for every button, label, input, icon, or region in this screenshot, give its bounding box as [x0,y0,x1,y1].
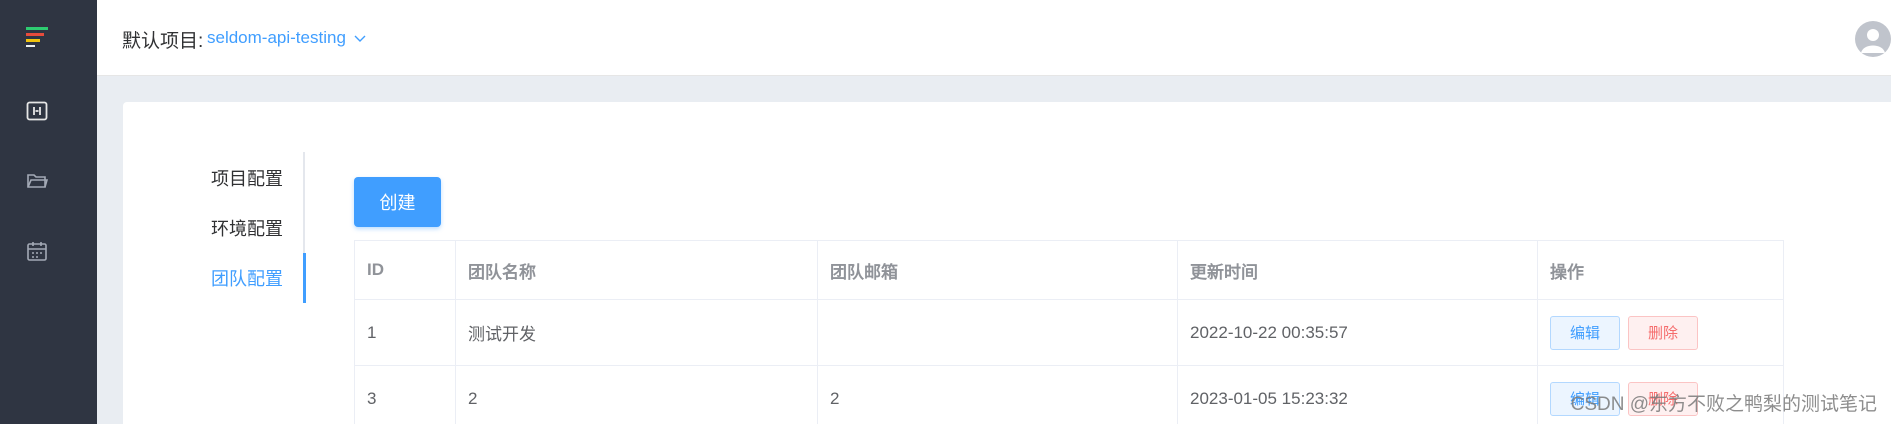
user-avatar[interactable] [1855,21,1891,57]
api-icon[interactable] [24,98,50,124]
cell-updated: 2022-10-22 00:35:57 [1177,299,1538,366]
cell-team-email: 2 [817,365,1178,424]
cell-updated: 2023-01-05 15:23:32 [1177,365,1538,424]
cell-team-name: 2 [455,365,818,424]
create-button[interactable]: 创建 [354,177,441,227]
table-row: 1 测试开发 2022-10-22 00:35:57 编辑 删除 [354,299,1784,366]
col-header-actions: 操作 [1537,240,1784,300]
cell-team-email [817,299,1178,366]
delete-button[interactable]: 删除 [1628,315,1698,350]
col-header-id: ID [354,240,456,300]
team-table: ID 团队名称 团队邮箱 更新时间 操作 1 测试开发 2022-10-22 0… [354,240,1784,424]
tab-project-config[interactable]: 项目配置 [211,165,1868,191]
cell-team-name: 测试开发 [455,299,818,366]
cell-id: 1 [354,299,456,366]
cell-actions: 编辑 删除 [1537,299,1784,366]
content-card: 项目配置 环境配置 团队配置 创建 ID 团队名称 团队邮箱 更新时间 操作 1… [123,102,1891,424]
col-header-team-email: 团队邮箱 [817,240,1178,300]
project-label: 默认项目: [122,31,204,52]
calendar-icon[interactable] [24,238,50,264]
col-header-updated: 更新时间 [1177,240,1538,300]
tab-env-config[interactable]: 环境配置 [211,215,1868,241]
cell-id: 3 [354,365,456,424]
watermark: CSDN @东方不败之鸭梨的测试笔记 [1570,394,1877,415]
folder-icon[interactable] [24,168,50,194]
chevron-down-icon [354,28,366,48]
edit-button[interactable]: 编辑 [1550,315,1620,350]
top-header: 默认项目: seldom-api-testing [97,0,1891,76]
project-name: seldom-api-testing [207,28,346,47]
logo-icon[interactable] [24,24,50,50]
table-row: 3 2 2 2023-01-05 15:23:32 编辑 删除 [354,365,1784,424]
project-selector[interactable]: seldom-api-testing [207,28,366,48]
table-header-row: ID 团队名称 团队邮箱 更新时间 操作 [354,240,1784,300]
col-header-team-name: 团队名称 [455,240,818,300]
sidebar [0,0,97,424]
